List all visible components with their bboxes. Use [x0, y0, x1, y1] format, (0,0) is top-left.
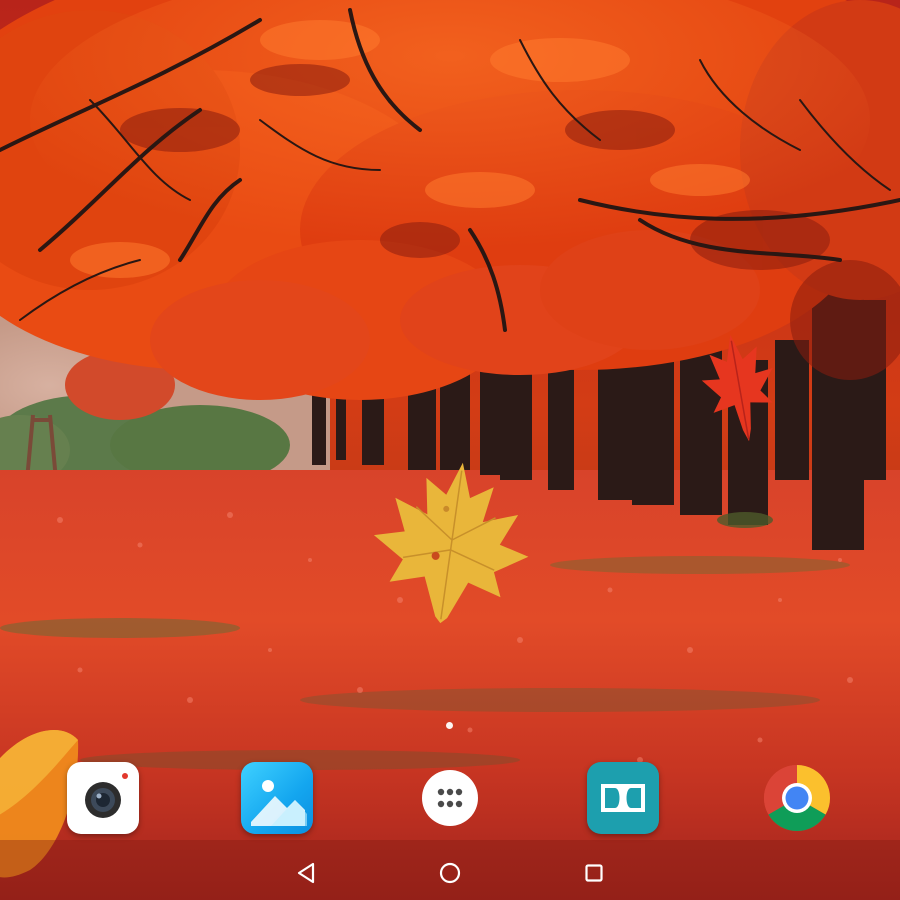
home-button[interactable] [433, 856, 467, 890]
back-triangle-icon [297, 862, 315, 884]
home-screen [0, 0, 900, 900]
back-button[interactable] [289, 856, 323, 890]
recents-button[interactable] [577, 856, 611, 890]
camera-icon [85, 773, 128, 818]
gallery-app-icon[interactable] [241, 762, 313, 834]
app-drawer-icon [422, 770, 478, 826]
chrome-icon [763, 765, 831, 832]
page-indicator-dot [446, 722, 453, 729]
dolby-app-icon[interactable] [587, 762, 659, 834]
home-circle-icon [439, 862, 461, 884]
chrome-app-icon[interactable] [761, 762, 833, 834]
dolby-icon [601, 784, 645, 812]
camera-app-icon[interactable] [67, 762, 139, 834]
recents-square-icon [585, 864, 603, 882]
gallery-icon [251, 780, 307, 826]
app-drawer-button[interactable] [414, 762, 486, 834]
